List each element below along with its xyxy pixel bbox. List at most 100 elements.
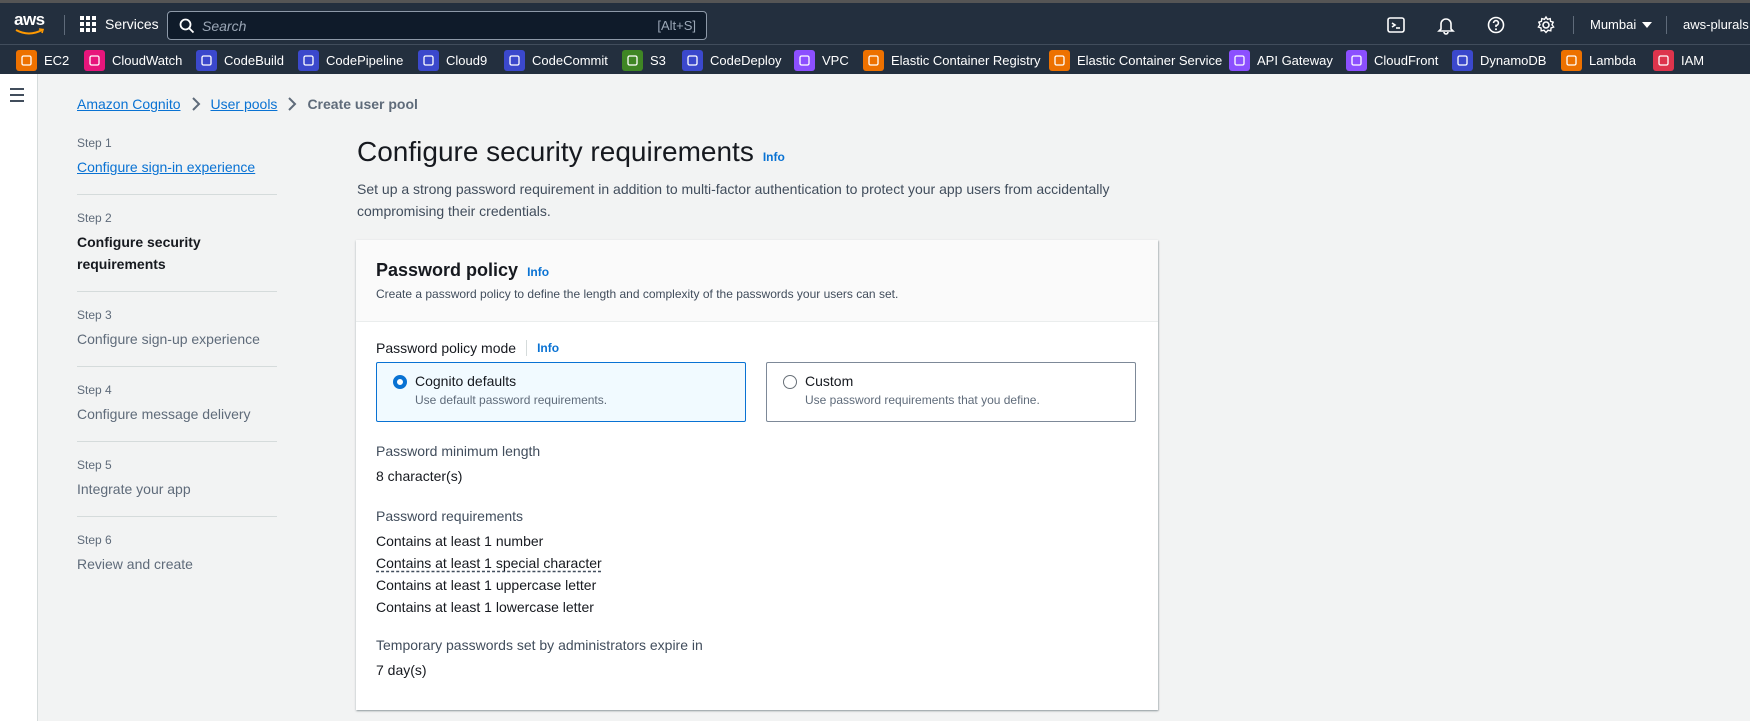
tile-label: Cognito defaults [415, 373, 517, 389]
cloudfront-icon [1346, 49, 1367, 71]
step-link-sign-in[interactable]: Configure sign-in experience [77, 156, 277, 178]
smile-icon [15, 28, 45, 35]
favorite-codepipeline[interactable]: CodePipeline [298, 49, 403, 71]
tile-custom[interactable]: Custom Use password requirements that yo… [766, 362, 1136, 422]
favorite-label: Elastic Container Registry [891, 52, 1041, 68]
favorite-label: CodePipeline [326, 52, 404, 68]
ec2-icon [16, 49, 37, 71]
requirement-item: Contains at least 1 number [376, 533, 544, 549]
favorite-label: DynamoDB [1480, 52, 1547, 68]
caret-down-icon [1642, 21, 1653, 28]
page-title-text: Configure security requirements [357, 136, 754, 167]
min-length-field: Password minimum length 8 character(s) [376, 443, 1138, 487]
help-icon[interactable] [1486, 15, 1506, 35]
cloud9-icon [418, 49, 439, 71]
nav-divider [1573, 16, 1574, 34]
field-value: 7 day(s) [376, 662, 427, 678]
codepipeline-icon [298, 49, 319, 71]
field-label: Password minimum length [376, 443, 541, 459]
iam-icon [1653, 49, 1674, 71]
settings-gear-icon[interactable] [1536, 15, 1556, 35]
account-menu[interactable]: aws-plurals [1683, 17, 1749, 32]
cloudshell-icon[interactable] [1386, 15, 1406, 35]
container-title-text: Password policy [376, 260, 519, 280]
requirement-item: Contains at least 1 lowercase letter [376, 599, 594, 615]
field-label: Password policy mode [376, 340, 517, 356]
breadcrumb: Amazon Cognito User pools Create user po… [77, 96, 418, 112]
info-link[interactable]: Info [527, 265, 549, 279]
step-title: Configure sign-up experience [77, 331, 260, 347]
favorite-codebuild[interactable]: CodeBuild [196, 49, 284, 71]
favorite-cloud9[interactable]: Cloud9 [418, 49, 487, 71]
favorite-cloudfront[interactable]: CloudFront [1346, 49, 1438, 71]
requirement-item-tooltip[interactable]: Contains at least 1 special character [376, 555, 602, 571]
favorite-elastic-container-service[interactable]: Elastic Container Service [1049, 49, 1222, 71]
requirements-field: Password requirements Contains at least … [376, 508, 1138, 618]
container-body: Password policy mode Info Cognito defaul… [356, 322, 1158, 699]
tile-description: Use default password requirements. [415, 393, 608, 407]
step-number: Step 3 [77, 308, 112, 322]
breadcrumb-link-amazon-cognito[interactable]: Amazon Cognito [77, 96, 181, 112]
favorite-dynamodb[interactable]: DynamoDB [1452, 49, 1546, 71]
info-link[interactable]: Info [763, 150, 785, 164]
favorite-codedeploy[interactable]: CodeDeploy [682, 49, 782, 71]
field-label: Password requirements [376, 508, 524, 524]
favorite-label: CodeBuild [224, 52, 284, 68]
favorite-label: Elastic Container Service [1077, 52, 1223, 68]
requirements-list: Contains at least 1 number Contains at l… [376, 530, 1138, 618]
s3-icon [622, 49, 643, 71]
aws-logo-text: aws [14, 10, 45, 29]
breadcrumb-link-user-pools[interactable]: User pools [211, 96, 278, 112]
menu-hamburger-icon[interactable] [10, 88, 24, 106]
elastic-container-service-icon [1049, 49, 1070, 71]
services-menu-button[interactable]: Services [80, 16, 159, 32]
favorite-lambda[interactable]: Lambda [1561, 49, 1636, 71]
temp-password-field: Temporary passwords set by administrator… [376, 637, 1138, 681]
search-input[interactable] [202, 16, 582, 36]
search-box[interactable]: [Alt+S] [167, 11, 707, 40]
aws-logo[interactable]: aws [14, 11, 48, 37]
favorite-api-gateway[interactable]: API Gateway [1229, 49, 1333, 71]
radio-selected-icon[interactable] [393, 375, 407, 389]
favorites-bar: EC2 CloudWatch CodeBuild CodePipeline Cloud9… [0, 44, 1750, 74]
favorite-elastic-container-registry[interactable]: Elastic Container Registry [863, 49, 1041, 71]
step-title: Review and create [77, 556, 193, 572]
search-icon [179, 18, 195, 34]
favorite-label: Cloud9 [446, 52, 488, 68]
favorite-vpc[interactable]: VPC [794, 49, 849, 71]
notifications-bell-icon[interactable] [1436, 15, 1456, 35]
cloudwatch-icon [84, 49, 105, 71]
region-selector[interactable]: Mumbai [1590, 17, 1653, 32]
tile-label: Custom [805, 373, 854, 389]
label-divider [526, 340, 528, 356]
field-value: 8 character(s) [376, 468, 463, 484]
lambda-icon [1561, 49, 1582, 71]
codedeploy-icon [682, 49, 703, 71]
top-navigation: aws Services [Alt+S] Mumbai [0, 0, 1750, 44]
favorite-s3[interactable]: S3 [622, 49, 666, 71]
favorite-iam[interactable]: IAM [1653, 49, 1704, 71]
step-number: Step 5 [77, 458, 112, 472]
favorite-ec2[interactable]: EC2 [16, 49, 69, 71]
step-current-security: Configure security requirements [77, 234, 201, 272]
favorite-cloudwatch[interactable]: CloudWatch [84, 49, 182, 71]
info-link[interactable]: Info [537, 341, 559, 355]
step-number: Step 4 [77, 383, 112, 397]
region-label: Mumbai [1590, 17, 1637, 32]
field-label: Temporary passwords set by administrator… [376, 637, 703, 653]
wizard-step-1: Step 1 Configure sign-in experience [77, 136, 277, 195]
radio-unselected-icon[interactable] [783, 375, 797, 389]
chevron-right-icon [288, 97, 297, 111]
tile-cognito-defaults[interactable]: Cognito defaults Use default password re… [376, 362, 746, 422]
favorite-codecommit[interactable]: CodeCommit [504, 49, 608, 71]
step-title: Configure message delivery [77, 406, 251, 422]
container-title: Password policy Info [376, 260, 1138, 281]
nav-divider [1666, 16, 1667, 34]
vpc-icon [794, 49, 815, 71]
container-description: Create a password policy to define the l… [376, 287, 899, 301]
step-title: Integrate your app [77, 481, 191, 497]
wizard-step-3: Step 3 Configure sign-up experience [77, 308, 277, 367]
password-policy-mode-tiles: Cognito defaults Use default password re… [376, 362, 1138, 422]
container-header: Password policy Info Create a password p… [356, 240, 1158, 322]
tile-description: Use password requirements that you defin… [805, 393, 1040, 407]
